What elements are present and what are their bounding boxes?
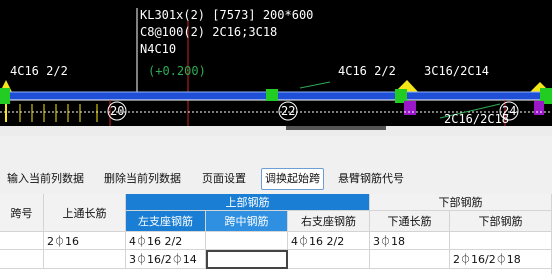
delete-column-data-button[interactable]: 删除当前列数据 [101,168,184,190]
header-mid-span[interactable]: 跨中钢筋 [206,211,288,232]
header-bottom-through[interactable]: 下通长筋 [370,211,450,232]
elevation-label: (+0.200) [148,64,206,78]
axis-label-24: 24 [502,104,517,118]
splitter-grip[interactable] [286,126,386,130]
left-support-rebar-label: 4C16 2/2 [10,64,68,78]
cell-span-no[interactable] [0,250,44,269]
rebar-table: 跨号 上通长筋 上部钢筋 下部钢筋 左支座钢筋 跨中钢筋 右支座钢筋 下通长筋 … [0,194,552,274]
header-top-rebar-group[interactable]: 上部钢筋 [126,194,370,211]
column-support [0,88,10,104]
rebar-marker [534,101,544,115]
cell-bottom-rebar[interactable]: 2⏀16/2⏀18 [450,250,552,269]
cell-left-support[interactable]: 4⏀16 2/2 [126,232,206,250]
axis-label-22: 22 [281,104,296,118]
column-support [395,89,407,103]
table-empty-area [0,269,552,274]
beam-side-label: N4C10 [140,42,177,56]
cell-left-support[interactable]: 3⏀16/2⏀14 [126,250,206,269]
cell-bottom-rebar[interactable] [450,232,552,250]
axis-label-20: 20 [110,104,125,118]
beam-stirrup-label: C8@100(2) 2C16;3C18 [140,25,278,39]
header-bottom-rebar-group[interactable]: 下部钢筋 [370,194,552,211]
column-support [266,89,278,101]
header-span-no[interactable]: 跨号 [0,194,44,232]
mid-support-rebar-label-b: 3C16/2C14 [424,64,490,78]
cell-mid-span[interactable] [206,232,288,250]
panel-splitter[interactable] [0,126,552,136]
beam-title-label: KL301x(2) [7573] 200*600 [140,8,314,22]
cell-right-support[interactable]: 4⏀16 2/2 [288,232,370,250]
cell-span-no[interactable] [0,232,44,250]
bottom-rebar-label: 2C16/2C18 [444,112,510,126]
rebar-leader [299,81,331,89]
cell-mid-span-selected[interactable] [206,250,288,269]
mid-support-rebar-label-a: 4C16 2/2 [338,64,396,78]
cad-drawing-viewport[interactable]: KL301x(2) [7573] 200*600 C8@100(2) 2C16;… [0,0,552,126]
rebar-marker [404,101,416,115]
cell-bottom-through[interactable]: 3⏀18 [370,232,450,250]
header-top-through[interactable]: 上通长筋 [44,194,126,232]
swap-start-span-button[interactable]: 调换起始跨 [261,168,324,190]
cell-right-support[interactable] [288,250,370,269]
cell-top-through[interactable] [44,250,126,269]
cell-top-through[interactable]: 2⏀16 [44,232,126,250]
header-left-support[interactable]: 左支座钢筋 [126,211,206,232]
header-right-support[interactable]: 右支座钢筋 [288,211,370,232]
cantilever-rebar-code-button[interactable]: 悬臂钢筋代号 [335,168,407,190]
cell-bottom-through[interactable] [370,250,450,269]
header-bottom-rebar[interactable]: 下部钢筋 [450,211,552,232]
page-setup-button[interactable]: 页面设置 [199,168,249,190]
input-column-data-button[interactable]: 输入当前列数据 [4,168,87,190]
